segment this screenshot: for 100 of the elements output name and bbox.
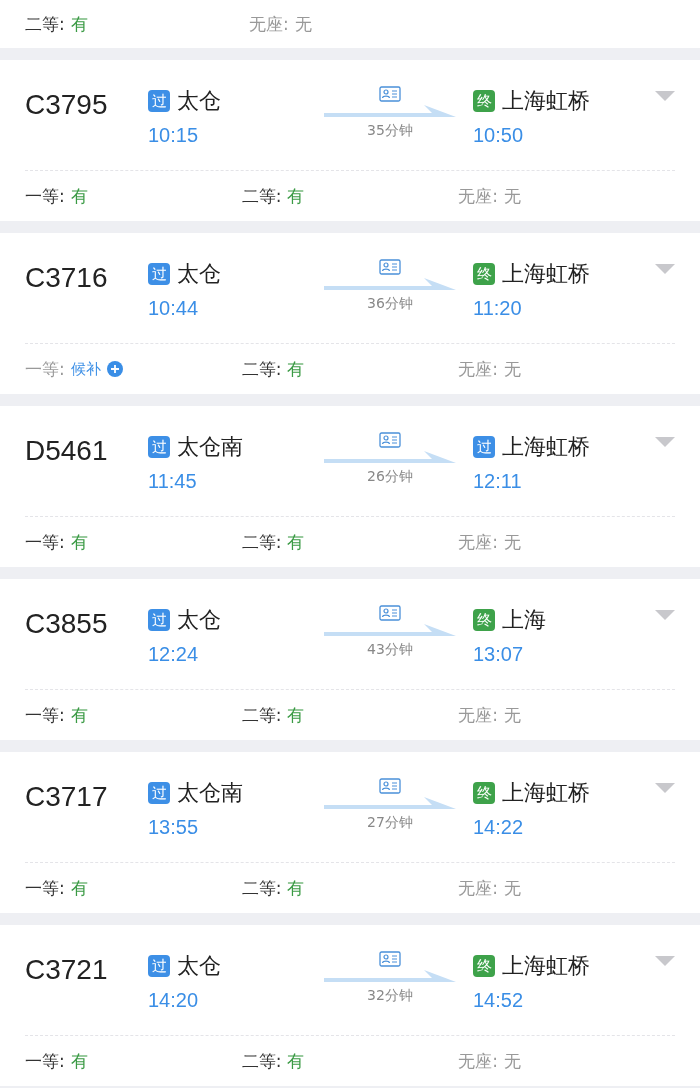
seat-class-label: 一等:	[25, 703, 65, 727]
id-card-icon	[379, 86, 401, 102]
train-number: C3721	[25, 954, 109, 986]
station-name: 太仓	[177, 952, 221, 980]
seat-class-label: 一等:	[25, 1049, 65, 1073]
station-name: 上海虹桥	[502, 87, 590, 115]
seat-availability: 无	[294, 12, 312, 36]
station-badge: 终	[473, 955, 495, 977]
train-card[interactable]: C3716 过 太仓 10:44 36分钟 终 上海虹桥 11:20 一等: 候补 二等: 有 无座: 无	[0, 233, 700, 394]
station-badge: 终	[473, 263, 495, 285]
station-badge: 过	[148, 609, 170, 631]
id-card-icon	[379, 432, 401, 448]
seat-availability: 有	[70, 12, 88, 36]
station-name: 上海虹桥	[502, 779, 590, 807]
arrow-icon	[324, 277, 456, 291]
arrival-time: 14:22	[473, 816, 525, 839]
seat-class-label: 二等:	[241, 530, 282, 554]
id-card-icon	[379, 951, 401, 967]
seat-availability: 有	[287, 530, 305, 554]
station-badge: 过	[473, 436, 495, 458]
train-card[interactable]: C3795 过 太仓 10:15 35分钟 终 上海虹桥 10:50 一等: 有 二等: 有 无座: 无	[0, 60, 700, 221]
seat-class-label: 二等:	[241, 357, 282, 381]
seat-class-label: 二等:	[241, 703, 282, 727]
seat-availability: 无	[504, 703, 522, 727]
seat-availability: 有	[70, 1049, 88, 1073]
departure-time: 10:15	[148, 124, 200, 147]
station-badge: 过	[148, 263, 170, 285]
seat-class-label: 一等:	[25, 357, 65, 381]
caret-icon[interactable]	[655, 264, 675, 274]
seat-class-label: 一等:	[25, 530, 65, 554]
train-number: C3855	[25, 608, 109, 640]
arrival-time: 11:20	[473, 297, 523, 320]
arrow-icon	[324, 450, 456, 464]
caret-icon[interactable]	[655, 783, 675, 793]
departure-time: 11:45	[148, 470, 198, 493]
arrival-time: 12:11	[473, 470, 523, 493]
station-name: 上海虹桥	[502, 260, 590, 288]
seat-availability: 无	[504, 357, 522, 381]
arrow-icon	[324, 623, 456, 637]
station-badge: 过	[148, 955, 170, 977]
caret-icon[interactable]	[655, 610, 675, 620]
station-name: 太仓南	[177, 779, 243, 807]
duration: 32分钟	[367, 987, 413, 1005]
duration: 43分钟	[367, 641, 413, 659]
seat-class-label: 无座:	[458, 1049, 499, 1073]
id-card-icon	[379, 778, 401, 794]
train-card[interactable]: C3721 过 太仓 14:20 32分钟 终 上海虹桥 14:52 一等: 有 二等: 有 无座: 无	[0, 925, 700, 1086]
train-number: C3716	[25, 262, 109, 294]
train-card[interactable]: D5461 过 太仓南 11:45 26分钟 过 上海虹桥 12:11 一等: 有 二等: 有 无座: 无	[0, 406, 700, 567]
departure-time: 14:20	[148, 989, 200, 1012]
seat-availability: 有	[287, 703, 305, 727]
station-name: 太仓南	[177, 433, 243, 461]
seat-availability[interactable]: 候补	[70, 359, 101, 379]
seat-availability: 有	[70, 876, 88, 900]
station-name: 上海	[502, 606, 546, 634]
seat-class-label: 二等:	[25, 12, 65, 36]
caret-icon[interactable]	[655, 956, 675, 966]
departure-time: 12:24	[148, 643, 200, 666]
seat-class-label: 一等:	[25, 876, 65, 900]
station-name: 太仓	[177, 260, 221, 288]
station-badge: 终	[473, 782, 495, 804]
train-card[interactable]: C3717 过 太仓南 13:55 27分钟 终 上海虹桥 14:22 一等: 有 二等: 有 无座: 无	[0, 752, 700, 913]
duration: 36分钟	[367, 295, 413, 313]
station-badge: 终	[473, 90, 495, 112]
seat-availability: 有	[70, 703, 88, 727]
seat-class-label: 无座:	[249, 12, 289, 36]
plus-icon[interactable]	[106, 361, 123, 377]
train-number: C3717	[25, 781, 109, 813]
seat-class-label: 一等:	[25, 184, 65, 208]
station-name: 太仓	[177, 606, 221, 634]
seat-availability: 有	[287, 876, 305, 900]
seat-class-label: 无座:	[458, 184, 499, 208]
id-card-icon	[379, 259, 401, 275]
station-badge: 过	[148, 90, 170, 112]
duration: 35分钟	[367, 122, 413, 140]
seat-availability: 无	[504, 876, 522, 900]
station-name: 太仓	[177, 87, 221, 115]
departure-time: 10:44	[148, 297, 200, 320]
arrival-time: 10:50	[473, 124, 525, 147]
seat-class-label: 无座:	[458, 357, 499, 381]
departure-time: 13:55	[148, 816, 200, 839]
seat-availability: 有	[287, 1049, 305, 1073]
seat-availability: 无	[504, 1049, 522, 1073]
station-name: 上海虹桥	[502, 433, 590, 461]
arrow-icon	[324, 796, 456, 810]
duration: 27分钟	[367, 814, 413, 832]
train-number: C3795	[25, 89, 109, 121]
train-card[interactable]: 二等: 有 无座: 无	[0, 0, 700, 48]
station-badge: 过	[148, 436, 170, 458]
seat-class-label: 二等:	[241, 1049, 282, 1073]
caret-icon[interactable]	[655, 91, 675, 101]
station-badge: 过	[148, 782, 170, 804]
seat-availability: 有	[287, 184, 305, 208]
seat-class-label: 二等:	[241, 876, 282, 900]
caret-icon[interactable]	[655, 437, 675, 447]
station-name: 上海虹桥	[502, 952, 590, 980]
arrow-icon	[324, 969, 456, 983]
seat-availability: 有	[70, 530, 88, 554]
train-card[interactable]: C3855 过 太仓 12:24 43分钟 终 上海 13:07 一等: 有 二等: 有 无座: 无	[0, 579, 700, 740]
train-number: D5461	[25, 435, 109, 467]
